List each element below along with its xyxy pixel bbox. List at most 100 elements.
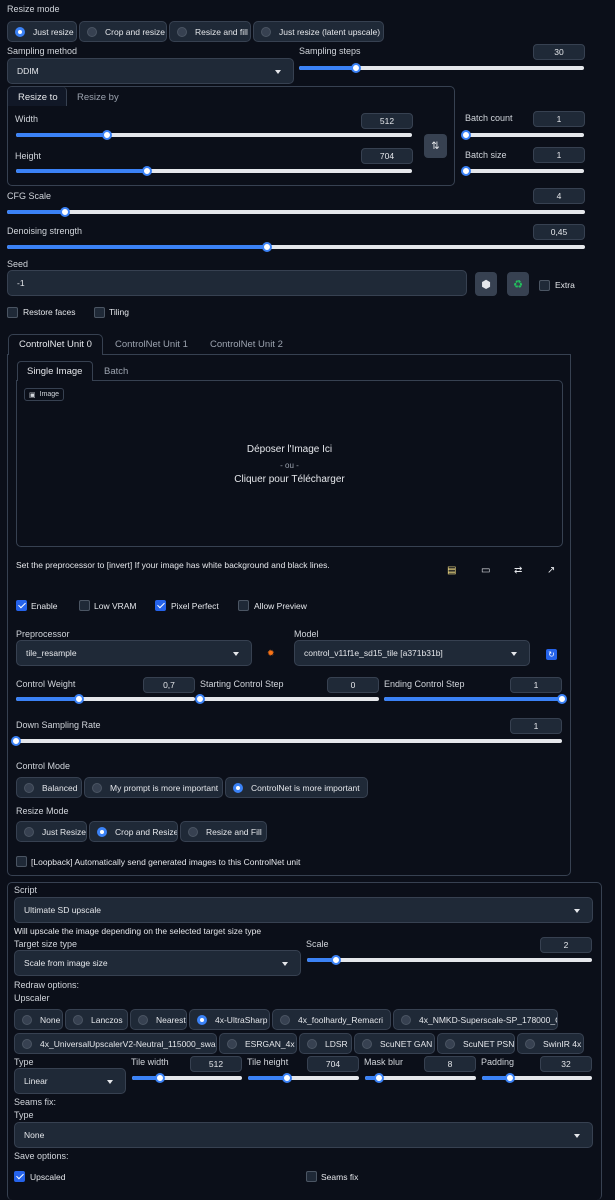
preprocessor-dropdown[interactable]: tile_resample bbox=[16, 640, 252, 666]
restore-faces-checkbox[interactable] bbox=[7, 307, 18, 318]
cn-resize-mode-option[interactable]: Resize and Fill bbox=[180, 821, 267, 842]
upscaler-option[interactable]: ESRGAN_4x bbox=[219, 1033, 297, 1054]
tab-resize-to[interactable]: Resize to bbox=[18, 92, 58, 103]
control-mode-option[interactable]: ControlNet is more important bbox=[225, 777, 368, 798]
padding-slider[interactable] bbox=[482, 1073, 592, 1083]
slider-thumb[interactable] bbox=[461, 166, 471, 176]
low-vram-checkbox[interactable] bbox=[79, 600, 90, 611]
tab-batch[interactable]: Batch bbox=[104, 366, 128, 377]
random-seed-button[interactable]: ⬢ bbox=[475, 272, 497, 296]
scale-slider[interactable] bbox=[307, 955, 592, 965]
batch-count-slider[interactable] bbox=[461, 130, 584, 140]
width-input[interactable]: 512 bbox=[361, 113, 413, 129]
ending-step-input[interactable]: 1 bbox=[510, 677, 562, 693]
resize-mode-option[interactable]: Just resize bbox=[7, 21, 77, 42]
sampling-method-dropdown[interactable]: DDIM bbox=[7, 58, 294, 84]
slider-thumb[interactable] bbox=[154, 1073, 165, 1083]
starting-step-input[interactable]: 0 bbox=[327, 677, 379, 693]
seams-type-dropdown[interactable]: None bbox=[14, 1122, 593, 1148]
down-sampling-slider[interactable] bbox=[11, 736, 562, 746]
ending-step-slider[interactable] bbox=[384, 694, 567, 704]
upscaled-checkbox[interactable] bbox=[14, 1171, 25, 1182]
script-dropdown[interactable]: Ultimate SD upscale bbox=[14, 897, 593, 923]
notepad-icon[interactable]: ▤ bbox=[447, 565, 456, 576]
cfg-scale-slider[interactable] bbox=[7, 207, 585, 217]
swap-dimensions-button[interactable]: ⇅ bbox=[424, 134, 447, 158]
upscaler-option[interactable]: 4x_NMKD-Superscale-SP_178000_G bbox=[393, 1009, 558, 1030]
control-weight-slider[interactable] bbox=[16, 694, 195, 704]
cfg-scale-input[interactable]: 4 bbox=[533, 188, 585, 204]
resize-mode-option[interactable]: Resize and fill bbox=[169, 21, 251, 42]
batch-count-input[interactable]: 1 bbox=[533, 111, 585, 127]
mask-blur-slider[interactable] bbox=[365, 1073, 476, 1083]
slider-thumb[interactable] bbox=[262, 242, 273, 252]
upscaler-option[interactable]: LDSR bbox=[299, 1033, 352, 1054]
slider-thumb[interactable] bbox=[195, 694, 205, 704]
tab-resize-by[interactable]: Resize by bbox=[77, 92, 119, 103]
allow-preview-checkbox[interactable] bbox=[238, 600, 249, 611]
enable-checkbox[interactable] bbox=[16, 600, 27, 611]
upscaler-option[interactable]: ScuNET PSNR bbox=[437, 1033, 515, 1054]
slider-thumb[interactable] bbox=[351, 63, 361, 73]
tile-width-input[interactable]: 512 bbox=[190, 1056, 242, 1072]
extra-checkbox[interactable] bbox=[539, 280, 550, 291]
upscaler-option[interactable]: 4x_foolhardy_Remacri bbox=[272, 1009, 391, 1030]
sampling-steps-slider[interactable] bbox=[299, 63, 584, 73]
denoising-input[interactable]: 0,45 bbox=[533, 224, 585, 240]
slider-thumb[interactable] bbox=[504, 1073, 515, 1083]
refresh-models-button[interactable]: ↻ bbox=[546, 649, 557, 660]
cn-resize-mode-option[interactable]: Just Resize bbox=[16, 821, 87, 842]
swap-icon[interactable]: ⇄ bbox=[514, 565, 522, 576]
resize-mode-option[interactable]: Just resize (latent upscale) bbox=[253, 21, 384, 42]
upscaler-option[interactable]: Nearest bbox=[130, 1009, 187, 1030]
tile-width-slider[interactable] bbox=[132, 1073, 242, 1083]
down-sampling-input[interactable]: 1 bbox=[510, 718, 562, 734]
pixel-perfect-checkbox[interactable] bbox=[155, 600, 166, 611]
height-slider[interactable] bbox=[16, 166, 412, 176]
upscaler-option[interactable]: Lanczos bbox=[65, 1009, 128, 1030]
upscaler-option[interactable]: None bbox=[14, 1009, 63, 1030]
redraw-type-dropdown[interactable]: Linear bbox=[14, 1068, 126, 1094]
tab-single-image[interactable]: Single Image bbox=[27, 366, 82, 377]
tile-height-input[interactable]: 704 bbox=[307, 1056, 359, 1072]
slider-thumb[interactable] bbox=[281, 1073, 292, 1083]
control-mode-option[interactable]: Balanced bbox=[16, 777, 82, 798]
target-size-dropdown[interactable]: Scale from image size bbox=[14, 950, 301, 976]
seams-fix-save-checkbox[interactable] bbox=[306, 1171, 317, 1182]
tab-cn-unit-1[interactable]: ControlNet Unit 1 bbox=[115, 339, 188, 350]
slider-thumb[interactable] bbox=[73, 694, 84, 704]
cn-resize-mode-option[interactable]: Crop and Resize bbox=[89, 821, 178, 842]
tiling-checkbox[interactable] bbox=[94, 307, 105, 318]
denoising-slider[interactable] bbox=[7, 242, 585, 252]
slider-thumb[interactable] bbox=[330, 955, 341, 965]
reuse-seed-button[interactable]: ♻ bbox=[507, 272, 529, 296]
upscaler-option[interactable]: ScuNET GAN bbox=[354, 1033, 435, 1054]
tile-height-slider[interactable] bbox=[248, 1073, 359, 1083]
width-slider[interactable] bbox=[16, 130, 412, 140]
batch-size-slider[interactable] bbox=[461, 166, 584, 176]
camera-icon[interactable]: ▭ bbox=[481, 565, 490, 576]
control-mode-option[interactable]: My prompt is more important bbox=[84, 777, 223, 798]
upscaler-option[interactable]: SwinIR 4x bbox=[517, 1033, 584, 1054]
model-dropdown[interactable]: control_v11f1e_sd15_tile [a371b31b] bbox=[294, 640, 530, 666]
slider-thumb[interactable] bbox=[11, 736, 21, 746]
padding-input[interactable]: 32 bbox=[540, 1056, 592, 1072]
starting-step-slider[interactable] bbox=[195, 694, 379, 704]
mask-blur-input[interactable]: 8 bbox=[424, 1056, 476, 1072]
tab-cn-unit-2[interactable]: ControlNet Unit 2 bbox=[210, 339, 283, 350]
loopback-checkbox[interactable] bbox=[16, 856, 27, 867]
slider-thumb[interactable] bbox=[59, 207, 70, 217]
control-weight-input[interactable]: 0,7 bbox=[143, 677, 195, 693]
sampling-steps-input[interactable]: 30 bbox=[533, 44, 585, 60]
slider-thumb[interactable] bbox=[461, 130, 471, 140]
batch-size-input[interactable]: 1 bbox=[533, 147, 585, 163]
upscaler-option[interactable]: 4x_UniversalUpscalerV2-Neutral_115000_sw… bbox=[14, 1033, 217, 1054]
seed-input[interactable]: -1 bbox=[7, 270, 467, 296]
slider-thumb[interactable] bbox=[557, 694, 567, 704]
resize-mode-option[interactable]: Crop and resize bbox=[79, 21, 167, 42]
scale-input[interactable]: 2 bbox=[540, 937, 592, 953]
send-dimensions-icon[interactable]: ↗ bbox=[547, 565, 555, 576]
run-preprocessor-icon[interactable]: ✹ bbox=[267, 648, 275, 659]
upscaler-option[interactable]: 4x-UltraSharp bbox=[189, 1009, 270, 1030]
slider-thumb[interactable] bbox=[141, 166, 152, 176]
